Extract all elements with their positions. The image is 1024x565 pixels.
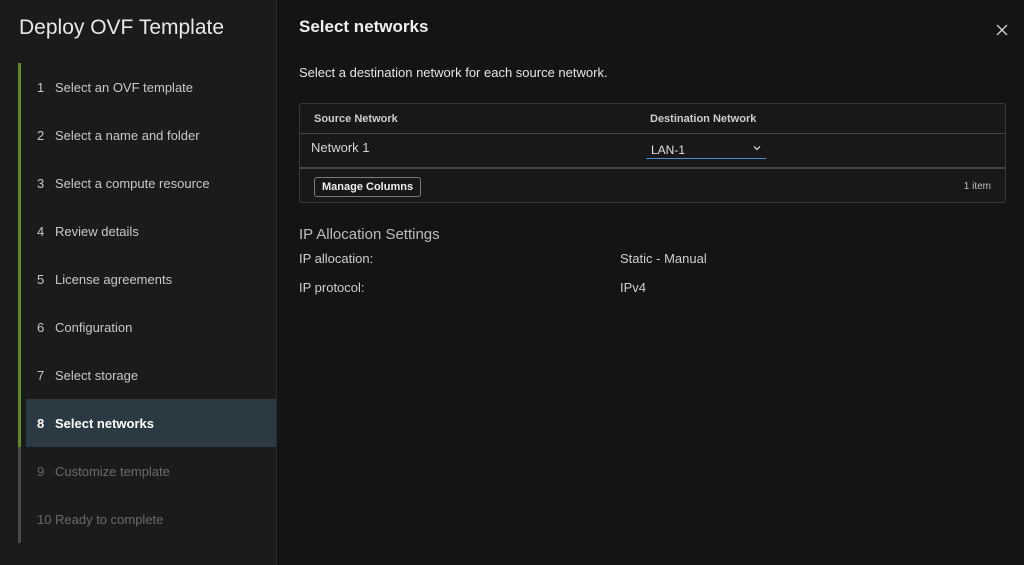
step-label: Select storage <box>55 367 139 383</box>
wizard-content: Select networks Select a destination net… <box>277 0 1024 565</box>
grid-header: Source Network Destination Network <box>300 104 1005 134</box>
ip-protocol-value: IPv4 <box>620 280 647 295</box>
ip-allocation-value: Static - Manual <box>620 251 707 266</box>
ip-allocation-label: IP allocation: <box>299 251 374 266</box>
step-number: 3 <box>37 175 45 191</box>
step-number: 5 <box>37 271 45 287</box>
instructions-text: Select a destination network for each so… <box>299 65 608 80</box>
step-license-agreements[interactable]: 5 License agreements <box>18 255 276 303</box>
step-label: Customize template <box>55 463 170 479</box>
step-number: 10 <box>37 511 52 527</box>
item-count: 1 item <box>963 181 991 192</box>
step-review-details[interactable]: 4 Review details <box>18 207 276 255</box>
page-title: Select networks <box>299 17 429 36</box>
step-customize-template: 9 Customize template <box>18 447 276 495</box>
step-select-compute-resource[interactable]: 3 Select a compute resource <box>18 159 276 207</box>
step-number: 7 <box>37 367 45 383</box>
wizard-title: Deploy OVF Template <box>19 16 225 39</box>
step-number: 9 <box>37 463 45 479</box>
grid-footer: Manage Columns 1 item <box>300 169 1005 204</box>
step-select-networks[interactable]: 8 Select networks <box>18 399 276 447</box>
close-icon <box>996 24 1008 36</box>
step-ready-to-complete: 10 Ready to complete <box>18 495 276 543</box>
step-label: Select networks <box>55 415 154 431</box>
step-select-storage[interactable]: 7 Select storage <box>18 351 276 399</box>
wizard-sidebar: Deploy OVF Template 1 Select an OVF temp… <box>0 0 277 565</box>
step-label: Review details <box>55 223 139 239</box>
step-label: License agreements <box>55 271 173 287</box>
ip-allocation-heading: IP Allocation Settings <box>299 226 440 243</box>
step-label: Configuration <box>55 319 133 335</box>
step-number: 1 <box>37 79 45 95</box>
step-number: 8 <box>37 415 45 431</box>
step-label: Select a name and folder <box>55 127 200 143</box>
step-label: Ready to complete <box>55 511 164 527</box>
source-network-cell: Network 1 <box>311 140 370 155</box>
chevron-down-icon <box>753 146 761 151</box>
step-number: 4 <box>37 223 45 239</box>
step-number: 6 <box>37 319 45 335</box>
step-configuration[interactable]: 6 Configuration <box>18 303 276 351</box>
column-header-source-network[interactable]: Source Network <box>314 113 398 125</box>
destination-network-select[interactable]: LAN-1 <box>646 140 766 159</box>
close-button[interactable] <box>994 22 1010 38</box>
step-select-name-folder[interactable]: 2 Select a name and folder <box>18 111 276 159</box>
column-header-destination-network[interactable]: Destination Network <box>650 113 756 125</box>
table-row: Network 1 LAN-1 <box>300 134 1005 169</box>
step-select-ovf-template[interactable]: 1 Select an OVF template <box>18 63 276 111</box>
wizard-steps: 1 Select an OVF template 2 Select a name… <box>18 63 276 543</box>
step-label: Select an OVF template <box>55 79 194 95</box>
step-number: 2 <box>37 127 45 143</box>
ip-protocol-label: IP protocol: <box>299 280 365 295</box>
destination-network-value: LAN-1 <box>651 143 686 157</box>
step-label: Select a compute resource <box>55 175 210 191</box>
manage-columns-button[interactable]: Manage Columns <box>314 177 422 197</box>
network-mapping-grid: Source Network Destination Network Netwo… <box>299 103 1006 203</box>
